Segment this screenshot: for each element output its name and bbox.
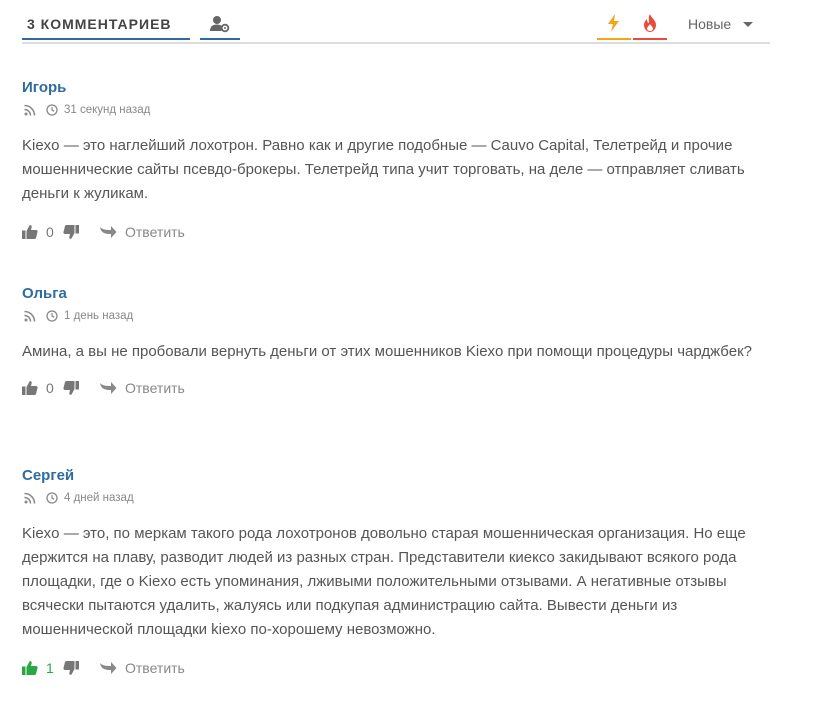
comment-author[interactable]: Ольга (22, 284, 770, 304)
caret-down-icon (743, 21, 754, 27)
comment-meta: 31 секунд назад (22, 102, 770, 118)
comment-time: 4 дней назад (64, 492, 134, 504)
comment-item: Ольга 1 день назад Амина, а вы не пробов… (22, 284, 770, 398)
vote-count: 1 (46, 660, 54, 676)
lightning-icon (608, 14, 619, 32)
fire-icon (644, 14, 656, 32)
sort-order-select[interactable]: Новые (670, 14, 770, 40)
comments-count-tab[interactable]: 3 КОММЕНТАРИЕВ (22, 14, 190, 40)
reply-button[interactable]: Ответить (125, 660, 185, 676)
thumbs-down-icon[interactable] (63, 660, 79, 676)
sort-popular-button[interactable] (633, 14, 667, 40)
comment-text: Kiexo — это наглейший лохотрон. Равно ка… (22, 137, 745, 202)
comments-header: 3 КОММЕНТАРИЕВ Новые (22, 0, 770, 44)
reply-arrow-icon (100, 662, 117, 674)
comment-text: Kiexo — это, по меркам такого рода лохот… (22, 525, 746, 638)
comment-actions: 0 Ответить (22, 222, 770, 242)
comment-author[interactable]: Сергей (22, 466, 770, 486)
rss-icon[interactable] (24, 104, 36, 116)
comment-meta: 4 дней назад (22, 490, 770, 506)
rss-icon[interactable] (24, 310, 36, 322)
reply-button[interactable]: Ответить (125, 224, 185, 240)
thumbs-up-icon[interactable] (22, 380, 38, 396)
user-settings-icon (210, 16, 230, 33)
comment-meta: 1 день назад (22, 308, 770, 324)
comment-author[interactable]: Игорь (22, 78, 770, 98)
clock-icon (46, 310, 58, 322)
comments-section: 3 КОММЕНТАРИЕВ Новые Игорь 31 секунд наз… (22, 0, 770, 676)
thumbs-up-icon[interactable] (22, 660, 38, 676)
comment-item: Сергей 4 дней назад Kiexo — это, по мерк… (22, 466, 770, 678)
thumbs-down-icon[interactable] (63, 224, 79, 240)
clock-icon (46, 104, 58, 116)
comment-item: Игорь 31 секунд назад Kiexo — это наглей… (22, 78, 770, 242)
sort-hot-button[interactable] (597, 14, 631, 40)
comment-actions: 1 Ответить (22, 658, 770, 678)
clock-icon (46, 492, 58, 504)
comments-count-label: 3 КОММЕНТАРИЕВ (27, 16, 172, 32)
thumbs-down-icon[interactable] (63, 380, 79, 396)
comment-time: 1 день назад (64, 310, 134, 322)
sort-order-label: Новые (688, 16, 732, 32)
vote-count: 0 (46, 380, 54, 396)
reply-arrow-icon (100, 382, 117, 394)
comment-text: Амина, а вы не пробовали вернуть деньги … (22, 343, 752, 360)
vote-count: 0 (46, 224, 54, 240)
comment-actions: 0 Ответить (22, 378, 770, 398)
user-settings-button[interactable] (200, 14, 240, 40)
rss-icon[interactable] (24, 492, 36, 504)
comment-time: 31 секунд назад (64, 104, 151, 116)
reply-button[interactable]: Ответить (125, 380, 185, 396)
thumbs-up-icon[interactable] (22, 224, 38, 240)
reply-arrow-icon (100, 226, 117, 238)
